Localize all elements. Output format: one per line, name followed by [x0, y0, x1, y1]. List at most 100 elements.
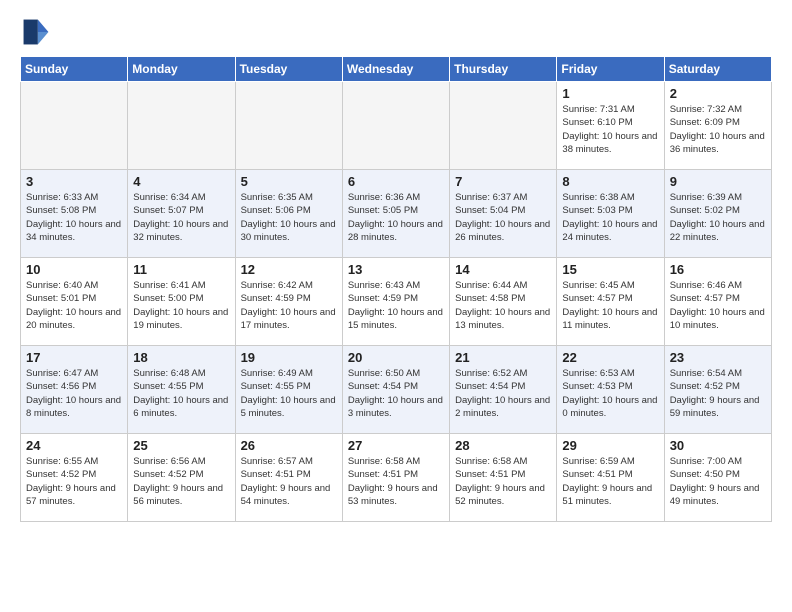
cell-info: Sunrise: 7:31 AM Sunset: 6:10 PM Dayligh…	[562, 103, 658, 156]
cell-info: Sunrise: 6:52 AM Sunset: 4:54 PM Dayligh…	[455, 367, 551, 420]
calendar-cell: 7 Sunrise: 6:37 AM Sunset: 5:04 PM Daylig…	[450, 170, 557, 258]
day-number: 21	[455, 350, 551, 365]
cell-info: Sunrise: 6:41 AM Sunset: 5:00 PM Dayligh…	[133, 279, 229, 332]
cell-info: Sunrise: 6:36 AM Sunset: 5:05 PM Dayligh…	[348, 191, 444, 244]
cell-info: Sunrise: 6:34 AM Sunset: 5:07 PM Dayligh…	[133, 191, 229, 244]
cell-info: Sunrise: 6:33 AM Sunset: 5:08 PM Dayligh…	[26, 191, 122, 244]
calendar-cell: 18 Sunrise: 6:48 AM Sunset: 4:55 PM Dayli…	[128, 346, 235, 434]
calendar-cell: 6 Sunrise: 6:36 AM Sunset: 5:05 PM Daylig…	[342, 170, 449, 258]
calendar-cell	[21, 82, 128, 170]
weekday-header-tuesday: Tuesday	[235, 57, 342, 82]
calendar-cell: 5 Sunrise: 6:35 AM Sunset: 5:06 PM Daylig…	[235, 170, 342, 258]
cell-info: Sunrise: 6:55 AM Sunset: 4:52 PM Dayligh…	[26, 455, 122, 508]
calendar-cell: 16 Sunrise: 6:46 AM Sunset: 4:57 PM Dayli…	[664, 258, 771, 346]
cell-info: Sunrise: 6:58 AM Sunset: 4:51 PM Dayligh…	[348, 455, 444, 508]
calendar-cell: 3 Sunrise: 6:33 AM Sunset: 5:08 PM Daylig…	[21, 170, 128, 258]
day-number: 5	[241, 174, 337, 189]
calendar-cell: 2 Sunrise: 7:32 AM Sunset: 6:09 PM Daylig…	[664, 82, 771, 170]
calendar-cell: 17 Sunrise: 6:47 AM Sunset: 4:56 PM Dayli…	[21, 346, 128, 434]
weekday-header-sunday: Sunday	[21, 57, 128, 82]
calendar-cell: 26 Sunrise: 6:57 AM Sunset: 4:51 PM Dayli…	[235, 434, 342, 522]
day-number: 7	[455, 174, 551, 189]
cell-info: Sunrise: 6:39 AM Sunset: 5:02 PM Dayligh…	[670, 191, 766, 244]
weekday-header-monday: Monday	[128, 57, 235, 82]
cell-info: Sunrise: 6:50 AM Sunset: 4:54 PM Dayligh…	[348, 367, 444, 420]
calendar-cell: 28 Sunrise: 6:58 AM Sunset: 4:51 PM Dayli…	[450, 434, 557, 522]
calendar-cell: 13 Sunrise: 6:43 AM Sunset: 4:59 PM Dayli…	[342, 258, 449, 346]
cell-info: Sunrise: 6:53 AM Sunset: 4:53 PM Dayligh…	[562, 367, 658, 420]
calendar-cell: 27 Sunrise: 6:58 AM Sunset: 4:51 PM Dayli…	[342, 434, 449, 522]
cell-info: Sunrise: 7:32 AM Sunset: 6:09 PM Dayligh…	[670, 103, 766, 156]
cell-info: Sunrise: 6:45 AM Sunset: 4:57 PM Dayligh…	[562, 279, 658, 332]
day-number: 11	[133, 262, 229, 277]
cell-info: Sunrise: 6:56 AM Sunset: 4:52 PM Dayligh…	[133, 455, 229, 508]
calendar-cell: 21 Sunrise: 6:52 AM Sunset: 4:54 PM Dayli…	[450, 346, 557, 434]
day-number: 6	[348, 174, 444, 189]
day-number: 15	[562, 262, 658, 277]
calendar-cell: 25 Sunrise: 6:56 AM Sunset: 4:52 PM Dayli…	[128, 434, 235, 522]
day-number: 10	[26, 262, 122, 277]
calendar-cell: 4 Sunrise: 6:34 AM Sunset: 5:07 PM Daylig…	[128, 170, 235, 258]
day-number: 24	[26, 438, 122, 453]
day-number: 18	[133, 350, 229, 365]
calendar-cell: 15 Sunrise: 6:45 AM Sunset: 4:57 PM Dayli…	[557, 258, 664, 346]
day-number: 4	[133, 174, 229, 189]
calendar-cell: 20 Sunrise: 6:50 AM Sunset: 4:54 PM Dayli…	[342, 346, 449, 434]
day-number: 1	[562, 86, 658, 101]
calendar-cell: 10 Sunrise: 6:40 AM Sunset: 5:01 PM Dayli…	[21, 258, 128, 346]
calendar-cell: 8Sunrise: 6:38 AM Sunset: 5:03 PM Daylig…	[557, 170, 664, 258]
calendar-cell: 29 Sunrise: 6:59 AM Sunset: 4:51 PM Dayli…	[557, 434, 664, 522]
day-number: 19	[241, 350, 337, 365]
calendar-cell: 9 Sunrise: 6:39 AM Sunset: 5:02 PM Daylig…	[664, 170, 771, 258]
day-number: 28	[455, 438, 551, 453]
day-number: 29	[562, 438, 658, 453]
calendar-cell: 19 Sunrise: 6:49 AM Sunset: 4:55 PM Dayli…	[235, 346, 342, 434]
weekday-header-wednesday: Wednesday	[342, 57, 449, 82]
cell-info: Sunrise: 6:57 AM Sunset: 4:51 PM Dayligh…	[241, 455, 337, 508]
weekday-header-friday: Friday	[557, 57, 664, 82]
calendar-cell: 1 Sunrise: 7:31 AM Sunset: 6:10 PM Daylig…	[557, 82, 664, 170]
cell-info: Sunrise: 6:37 AM Sunset: 5:04 PM Dayligh…	[455, 191, 551, 244]
day-number: 17	[26, 350, 122, 365]
logo-icon	[20, 16, 52, 48]
calendar-cell: 22 Sunrise: 6:53 AM Sunset: 4:53 PM Dayli…	[557, 346, 664, 434]
day-number: 25	[133, 438, 229, 453]
calendar-cell	[342, 82, 449, 170]
cell-info: Sunrise: 6:40 AM Sunset: 5:01 PM Dayligh…	[26, 279, 122, 332]
calendar-cell: 30Sunrise: 7:00 AM Sunset: 4:50 PM Dayli…	[664, 434, 771, 522]
cell-info: Sunrise: 6:42 AM Sunset: 4:59 PM Dayligh…	[241, 279, 337, 332]
day-number: 14	[455, 262, 551, 277]
header	[20, 16, 772, 48]
cell-info: Sunrise: 6:49 AM Sunset: 4:55 PM Dayligh…	[241, 367, 337, 420]
cell-info: Sunrise: 6:58 AM Sunset: 4:51 PM Dayligh…	[455, 455, 551, 508]
cell-info: Sunrise: 6:35 AM Sunset: 5:06 PM Dayligh…	[241, 191, 337, 244]
calendar-cell	[450, 82, 557, 170]
day-number: 22	[562, 350, 658, 365]
calendar-cell: 12Sunrise: 6:42 AM Sunset: 4:59 PM Dayli…	[235, 258, 342, 346]
cell-info: Sunrise: 6:59 AM Sunset: 4:51 PM Dayligh…	[562, 455, 658, 508]
day-number: 26	[241, 438, 337, 453]
day-number: 2	[670, 86, 766, 101]
day-number: 9	[670, 174, 766, 189]
calendar-cell: 14Sunrise: 6:44 AM Sunset: 4:58 PM Dayli…	[450, 258, 557, 346]
day-number: 30	[670, 438, 766, 453]
cell-info: Sunrise: 6:47 AM Sunset: 4:56 PM Dayligh…	[26, 367, 122, 420]
calendar-cell: 24 Sunrise: 6:55 AM Sunset: 4:52 PM Dayli…	[21, 434, 128, 522]
calendar-table: SundayMondayTuesdayWednesdayThursdayFrid…	[20, 56, 772, 522]
logo	[20, 16, 56, 48]
cell-info: Sunrise: 6:38 AM Sunset: 5:03 PM Dayligh…	[562, 191, 658, 244]
cell-info: Sunrise: 6:46 AM Sunset: 4:57 PM Dayligh…	[670, 279, 766, 332]
day-number: 20	[348, 350, 444, 365]
weekday-header-thursday: Thursday	[450, 57, 557, 82]
day-number: 3	[26, 174, 122, 189]
calendar-cell: 11 Sunrise: 6:41 AM Sunset: 5:00 PM Dayli…	[128, 258, 235, 346]
day-number: 16	[670, 262, 766, 277]
cell-info: Sunrise: 6:48 AM Sunset: 4:55 PM Dayligh…	[133, 367, 229, 420]
cell-info: Sunrise: 6:54 AM Sunset: 4:52 PM Dayligh…	[670, 367, 766, 420]
calendar-cell	[128, 82, 235, 170]
day-number: 27	[348, 438, 444, 453]
calendar-cell: 23Sunrise: 6:54 AM Sunset: 4:52 PM Dayli…	[664, 346, 771, 434]
day-number: 13	[348, 262, 444, 277]
page: SundayMondayTuesdayWednesdayThursdayFrid…	[0, 0, 792, 534]
cell-info: Sunrise: 6:43 AM Sunset: 4:59 PM Dayligh…	[348, 279, 444, 332]
